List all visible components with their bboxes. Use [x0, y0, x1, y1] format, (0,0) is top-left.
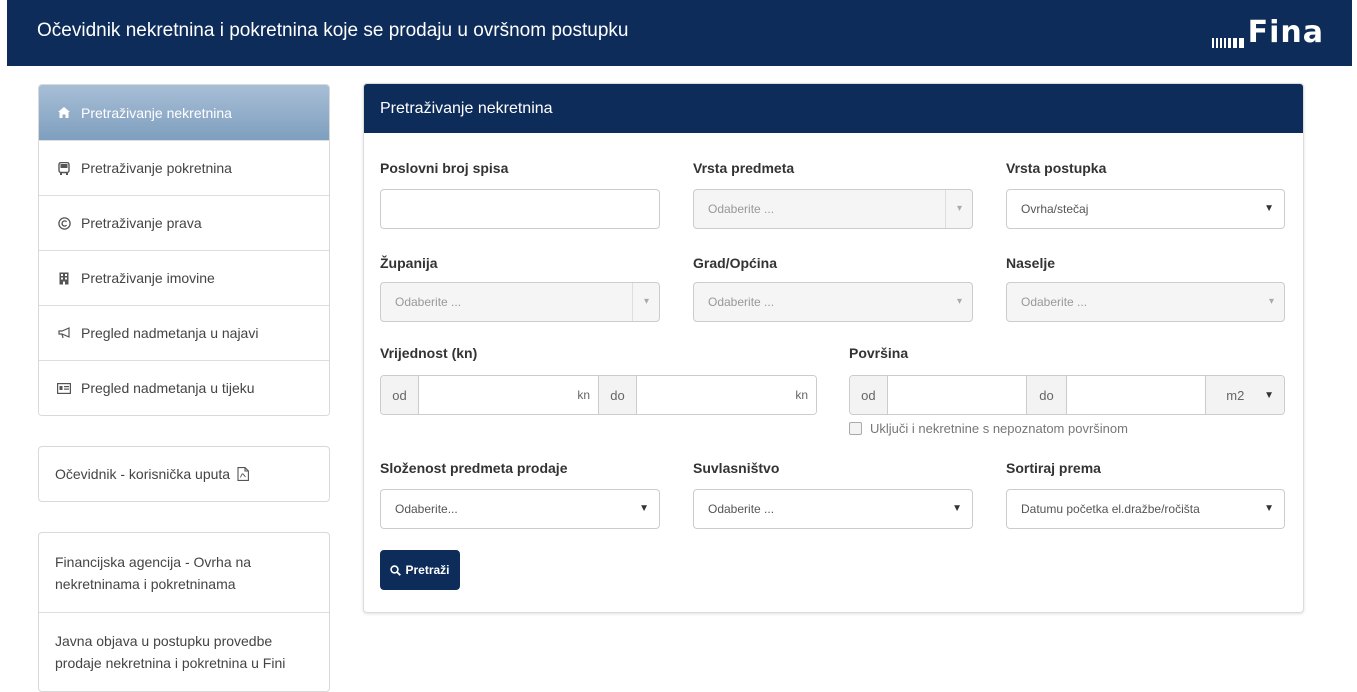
- vrsta-postupka-select[interactable]: Ovrha/stečaj ▼: [1006, 189, 1285, 229]
- id-card-icon: [57, 381, 71, 395]
- select-separator: [945, 190, 946, 228]
- search-icon: [390, 564, 405, 576]
- select-separator: [632, 283, 633, 321]
- nepoznata-povrsina-checkbox[interactable]: Uključi i nekretnine s nepoznatom površi…: [849, 421, 1128, 436]
- user-manual-label: Očevidnik - korisnička uputa: [55, 466, 231, 482]
- logo-text: Fina: [1247, 15, 1324, 50]
- grad-placeholder: Odaberite ...: [708, 295, 775, 309]
- megaphone-icon: [57, 326, 71, 340]
- sidebar-item-tijek[interactable]: Pregled nadmetanja u tijeku: [39, 360, 329, 415]
- vrsta-predmeta-select[interactable]: Odaberite ... ▾: [693, 189, 973, 229]
- logo-bars-icon: [1211, 26, 1246, 48]
- links-box: Financijska agencija - Ovrha na nekretni…: [38, 532, 330, 692]
- sidebar-item-label: Pregled nadmetanja u najavi: [81, 325, 259, 341]
- link-javna-objava[interactable]: Javna objava u postupku provedbe prodaje…: [39, 612, 329, 691]
- chevron-down-icon: ▼: [952, 503, 962, 514]
- vrijednost-range: od kn do kn: [380, 375, 817, 415]
- povrsina-do-input[interactable]: [1066, 376, 1207, 414]
- chevron-down-icon: ▾: [643, 296, 649, 307]
- chevron-down-icon: ▼: [639, 503, 649, 514]
- top-header-bar: Očevidnik nekretnina i pokretnina koje s…: [7, 0, 1352, 66]
- pdf-icon: [237, 467, 250, 481]
- sidebar-item-label: Pregled nadmetanja u tijeku: [81, 380, 255, 396]
- home-icon: [57, 106, 71, 120]
- suvlasnistvo-value: Odaberite ...: [708, 502, 775, 516]
- sidebar-item-label: Pretraživanje prava: [81, 215, 202, 231]
- vrijednost-od-input[interactable]: kn: [419, 376, 599, 414]
- label-suvlasnistvo: Suvlasništvo: [693, 460, 780, 476]
- bus-icon: [57, 161, 71, 175]
- povrsina-od-input[interactable]: [887, 376, 1028, 414]
- sidebar-item-label: Pretraživanje pokretnina: [81, 160, 232, 176]
- search-button-label: Pretraži: [405, 563, 450, 577]
- povrsina-range: od do m2 ▼: [849, 375, 1285, 415]
- sortiraj-select[interactable]: Datumu početka el.dražbe/ročišta ▼: [1006, 489, 1285, 529]
- label-poslovni-broj: Poslovni broj spisa: [380, 160, 509, 176]
- search-button[interactable]: Pretraži: [380, 550, 460, 590]
- chevron-down-icon: ▼: [1264, 389, 1275, 401]
- sidebar-nav: Pretraživanje nekretnina Pretraživanje p…: [38, 84, 330, 416]
- user-manual-link[interactable]: Očevidnik - korisnička uputa: [39, 447, 329, 501]
- sidebar-item-najava[interactable]: Pregled nadmetanja u najavi: [39, 305, 329, 360]
- slozenost-select[interactable]: Odaberite... ▼: [380, 489, 660, 529]
- kn-unit: kn: [577, 388, 590, 402]
- checkbox-box[interactable]: [849, 422, 862, 435]
- povrsina-do-addon: do: [1027, 376, 1067, 414]
- zupanija-placeholder: Odaberite ...: [395, 295, 462, 309]
- label-naselje: Naselje: [1006, 255, 1056, 271]
- vrsta-postupka-value: Ovrha/stečaj: [1021, 202, 1089, 216]
- naselje-placeholder: Odaberite ...: [1021, 295, 1088, 309]
- grad-select[interactable]: Odaberite ... ▾: [693, 282, 973, 322]
- sidebar-item-pokretnine[interactable]: Pretraživanje pokretnina: [39, 140, 329, 195]
- chevron-down-icon: ▼: [1264, 503, 1274, 514]
- sidebar-item-nekretnine[interactable]: Pretraživanje nekretnina: [39, 85, 329, 140]
- label-povrsina: Površina: [849, 345, 909, 361]
- link-label: Javna objava u postupku provedbe prodaje…: [55, 633, 286, 671]
- checkbox-label: Uključi i nekretnine s nepoznatom površi…: [870, 421, 1128, 436]
- building-icon: [57, 271, 71, 285]
- slozenost-value: Odaberite...: [395, 502, 458, 516]
- label-vrijednost: Vrijednost (kn): [380, 345, 478, 361]
- label-vrsta-predmeta: Vrsta predmeta: [693, 160, 795, 176]
- poslovni-broj-input[interactable]: [380, 189, 660, 229]
- fina-logo[interactable]: Fina: [1211, 14, 1324, 50]
- vrsta-predmeta-placeholder: Odaberite ...: [708, 202, 775, 216]
- povrsina-od-addon: od: [850, 376, 888, 414]
- panel-title: Pretraživanje nekretnina: [364, 84, 1303, 133]
- sidebar-item-prava[interactable]: Pretraživanje prava: [39, 195, 329, 250]
- page-title: Očevidnik nekretnina i pokretnina koje s…: [37, 20, 629, 41]
- manual-box: Očevidnik - korisnička uputa: [38, 446, 330, 502]
- link-fina-ovrha[interactable]: Financijska agencija - Ovrha na nekretni…: [39, 533, 329, 612]
- vrijednost-do-input[interactable]: kn: [637, 376, 816, 414]
- sidebar-item-imovine[interactable]: Pretraživanje imovine: [39, 250, 329, 305]
- chevron-down-icon: ▾: [956, 203, 962, 214]
- search-panel: Pretraživanje nekretnina Poslovni broj s…: [363, 83, 1304, 613]
- chevron-down-icon: ▾: [956, 296, 962, 307]
- label-vrsta-postupka: Vrsta postupka: [1006, 160, 1107, 176]
- sidebar-item-label: Pretraživanje imovine: [81, 270, 215, 286]
- naselje-select[interactable]: Odaberite ... ▾: [1006, 282, 1285, 322]
- povrsina-unit-select[interactable]: m2 ▼: [1206, 376, 1284, 414]
- label-zupanija: Županija: [380, 255, 438, 271]
- kn-unit: kn: [795, 388, 808, 402]
- label-sortiraj: Sortiraj prema: [1006, 460, 1101, 476]
- sortiraj-value: Datumu početka el.dražbe/ročišta: [1021, 502, 1200, 516]
- copyright-icon: [57, 216, 71, 230]
- sidebar-item-label: Pretraživanje nekretnina: [81, 104, 232, 121]
- label-grad: Grad/Općina: [693, 255, 778, 271]
- label-slozenost: Složenost predmeta prodaje: [380, 460, 568, 476]
- chevron-down-icon: ▼: [1264, 203, 1274, 214]
- vrijednost-do-addon: do: [599, 376, 637, 414]
- link-label: Financijska agencija - Ovrha na nekretni…: [55, 553, 252, 592]
- vrijednost-od-addon: od: [381, 376, 419, 414]
- suvlasnistvo-select[interactable]: Odaberite ... ▼: [693, 489, 973, 529]
- chevron-down-icon: ▾: [1268, 296, 1274, 307]
- zupanija-select[interactable]: Odaberite ... ▾: [380, 282, 660, 322]
- m2-unit: m2: [1226, 387, 1245, 403]
- sidebar: Pretraživanje nekretnina Pretraživanje p…: [38, 84, 330, 692]
